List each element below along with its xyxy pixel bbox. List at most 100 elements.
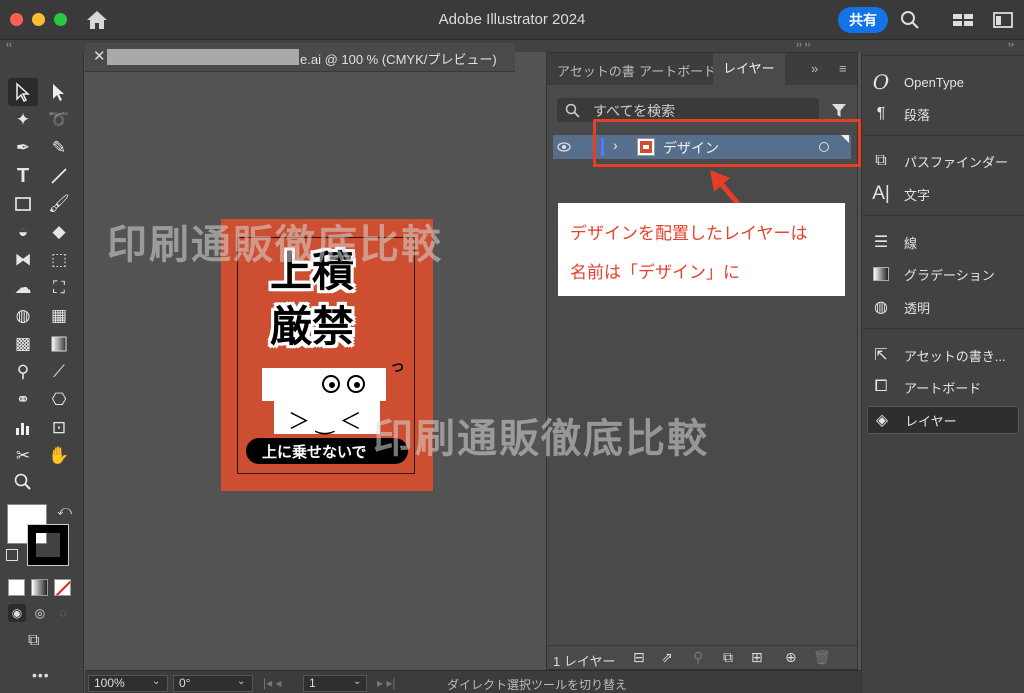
dock-separator bbox=[862, 328, 1024, 329]
rotation-dropdown-icon[interactable]: ⌄ bbox=[237, 676, 245, 687]
first-artboard-icon[interactable]: |◂ ◂ bbox=[263, 676, 282, 690]
pen-tool[interactable]: ✒ bbox=[8, 134, 38, 162]
swap-fill-stroke-icon[interactable]: ⤺ bbox=[57, 502, 72, 519]
paintbrush-tool[interactable]: 🖌 bbox=[44, 190, 74, 218]
curvature-tool[interactable]: ✎ bbox=[44, 134, 74, 162]
collapse-left-icon[interactable]: ‹‹ bbox=[6, 39, 12, 49]
draw-inside-icon[interactable]: ◌ bbox=[54, 604, 72, 622]
shape-builder-icon: ◍ bbox=[15, 306, 31, 325]
hand-tool[interactable]: ✋ bbox=[44, 442, 74, 470]
none-mode-icon[interactable] bbox=[54, 579, 71, 596]
locate-object-icon[interactable]: ⚲ bbox=[693, 649, 703, 666]
zoom-tool[interactable] bbox=[8, 468, 38, 496]
eyedropper-alt-tool[interactable]: ⟋ bbox=[44, 358, 74, 386]
dock-item-paragraph[interactable]: ¶ 段落 bbox=[870, 100, 1020, 128]
dock-item-transparency[interactable]: ◍ 透明 bbox=[870, 293, 1020, 321]
dock-item-layers[interactable]: ◈ レイヤー bbox=[867, 406, 1019, 434]
perspective-grid-icon: ▦ bbox=[50, 306, 68, 325]
type-tool[interactable]: T bbox=[8, 162, 38, 190]
search-icon[interactable] bbox=[899, 10, 921, 30]
panel-overflow-icon[interactable]: » bbox=[811, 61, 818, 76]
scale-tool[interactable]: ⬚ bbox=[44, 246, 74, 274]
collapse-right-icon[interactable]: ›› bbox=[1008, 39, 1014, 49]
opentype-icon: O bbox=[872, 70, 890, 94]
free-transform-icon: ⛶ bbox=[53, 278, 65, 297]
default-colors-icon[interactable] bbox=[6, 549, 18, 561]
eyedropper-icon: ⚲ bbox=[16, 362, 30, 381]
hand-icon: ✋ bbox=[48, 446, 70, 465]
paragraph-icon: ¶ bbox=[876, 105, 886, 122]
new-layer-icon[interactable]: ⊕ bbox=[785, 649, 797, 666]
collapse-middle-icon[interactable]: ›› ›› bbox=[796, 39, 811, 49]
collect-export-icon[interactable]: ⊟ bbox=[633, 649, 645, 666]
selection-tool[interactable] bbox=[8, 78, 38, 106]
lasso-tool[interactable]: ➰ bbox=[44, 106, 74, 134]
watermark-top: 印刷通販徹底比較 bbox=[107, 222, 443, 268]
dock-item-opentype[interactable]: O OpenType bbox=[870, 68, 1020, 96]
layers-icon: ◈ bbox=[875, 412, 889, 429]
free-transform-tool[interactable]: ⛶ bbox=[44, 274, 74, 302]
dock-item-pathfinder[interactable]: ⧉ パスファインダー bbox=[870, 147, 1020, 175]
magic-wand-tool[interactable]: ✦ bbox=[8, 106, 38, 134]
zoom-dropdown-icon[interactable]: ⌄ bbox=[152, 676, 160, 687]
symbol-sprayer-tool[interactable]: ⎔ bbox=[44, 386, 74, 414]
graph-tool[interactable] bbox=[8, 414, 38, 442]
slice-tool[interactable]: ✂ bbox=[8, 442, 38, 470]
tab-artboards[interactable]: アートボード bbox=[639, 61, 716, 80]
draw-behind-icon[interactable]: ◎ bbox=[31, 604, 49, 622]
mesh-tool[interactable]: ▩ bbox=[8, 330, 38, 358]
dock-item-stroke[interactable]: ☰ 線 bbox=[870, 228, 1020, 256]
panel-toggle-icon[interactable] bbox=[992, 10, 1014, 30]
blend-tool[interactable]: ⚭ bbox=[8, 386, 38, 414]
tab-layers[interactable]: レイヤー bbox=[713, 53, 785, 85]
perspective-grid-tool[interactable]: ▦ bbox=[44, 302, 74, 330]
eyedropper-tool[interactable]: ⚲ bbox=[8, 358, 38, 386]
dock-item-gradient[interactable]: グラデーション bbox=[870, 260, 1020, 288]
clipping-mask-icon[interactable]: ⧉ bbox=[723, 649, 733, 666]
artboard-tool[interactable]: ⊡ bbox=[44, 414, 74, 442]
dock-item-artboards[interactable]: ⧠ アートボード bbox=[870, 373, 1020, 401]
shaper-tool[interactable]: ◒ bbox=[8, 218, 38, 246]
artwork-title-line2: 厳禁 bbox=[270, 302, 355, 351]
color-mode-icon[interactable] bbox=[8, 579, 25, 596]
rectangle-tool[interactable] bbox=[8, 190, 38, 218]
delete-layer-icon[interactable]: 🗑 bbox=[813, 649, 831, 666]
screen-mode-icon[interactable]: ⧉ bbox=[28, 632, 39, 650]
next-artboard-icon[interactable]: ▸ ▸| bbox=[377, 676, 396, 690]
gradient-tool[interactable] bbox=[44, 330, 74, 358]
dock-item-label: グラデーション bbox=[904, 267, 995, 283]
direct-selection-tool[interactable] bbox=[44, 78, 74, 106]
stroke-swatch[interactable] bbox=[27, 524, 69, 566]
dock-item-asset-export[interactable]: ⇱ アセットの書き... bbox=[870, 341, 1020, 369]
panel-tabs: アセットの書 アートボード レイヤー » ≡ bbox=[547, 53, 857, 85]
search-icon bbox=[565, 103, 580, 118]
tab-asset-export[interactable]: アセットの書 bbox=[557, 61, 635, 80]
warp-tool[interactable]: ☁ bbox=[8, 274, 38, 302]
document-tab[interactable]: ✕ e.ai @ 100 % (CMYK/プレビュー) bbox=[85, 43, 515, 72]
export-icon[interactable]: ⇗ bbox=[661, 649, 673, 666]
edit-toolbar-icon[interactable]: ••• bbox=[32, 667, 50, 683]
gradient-mode-icon[interactable] bbox=[31, 579, 48, 596]
workspace-switcher-icon[interactable] bbox=[952, 10, 974, 30]
artboard-tool-icon: ⊡ bbox=[51, 418, 67, 437]
artboard-dropdown-icon[interactable]: ⌄ bbox=[353, 676, 361, 687]
panel-menu-icon[interactable]: ≡ bbox=[839, 61, 847, 76]
draw-normal-icon[interactable]: ◉ bbox=[8, 604, 26, 622]
share-button[interactable]: 共有 bbox=[838, 7, 888, 33]
dock-item-label: レイヤー bbox=[905, 413, 957, 429]
gradient-icon bbox=[870, 264, 892, 284]
new-sublayer-icon[interactable]: ⊞ bbox=[751, 649, 763, 666]
zoom-magnifier-icon bbox=[14, 473, 31, 490]
direct-selection-arrow-icon bbox=[53, 84, 64, 101]
eraser-tool[interactable]: ◆ bbox=[44, 218, 74, 246]
dock-item-label: パスファインダー bbox=[904, 154, 1009, 170]
line-tool[interactable] bbox=[44, 162, 74, 190]
reflect-tool[interactable]: ⧓ bbox=[8, 246, 38, 274]
filter-icon[interactable] bbox=[831, 102, 847, 118]
dock-item-character[interactable]: A| 文字 bbox=[870, 180, 1020, 208]
close-tab-icon[interactable]: ✕ bbox=[93, 47, 106, 65]
dock-item-label: アセットの書き... bbox=[904, 348, 1006, 364]
highlight-box bbox=[593, 119, 861, 167]
shape-builder-tool[interactable]: ◍ bbox=[8, 302, 38, 330]
visibility-eye-icon[interactable] bbox=[557, 141, 571, 153]
